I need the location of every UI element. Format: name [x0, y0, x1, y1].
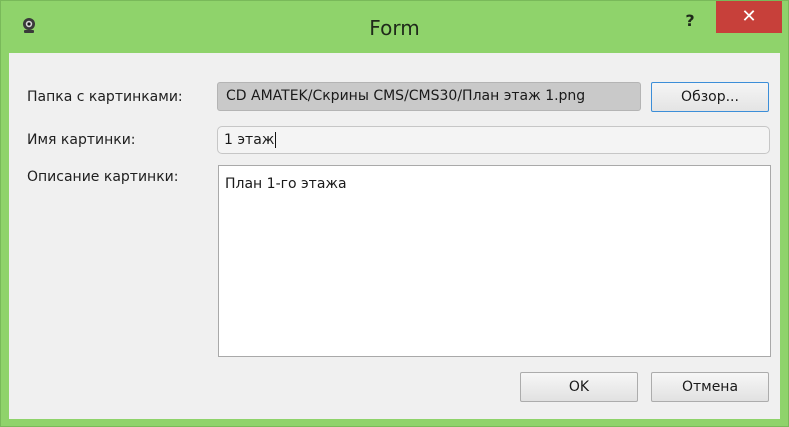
folder-label: Папка с картинками: [27, 89, 183, 105]
close-button[interactable]: ✕ [716, 1, 782, 33]
form-window: Form ? ✕ Папка с картинками: CD AMATEK/С… [0, 0, 789, 427]
cancel-button[interactable]: Отмена [651, 372, 769, 402]
name-label: Имя картинки: [27, 132, 136, 148]
text-caret [275, 132, 277, 148]
ok-button[interactable]: OK [520, 372, 638, 402]
description-label: Описание картинки: [27, 169, 179, 185]
title-bar[interactable]: Form ? ✕ [1, 1, 788, 53]
help-button[interactable]: ? [676, 7, 704, 35]
image-name-value: 1 этаж [224, 132, 275, 148]
image-description-textarea[interactable]: План 1-го этажа [218, 165, 771, 357]
folder-path-field: CD AMATEK/Скрины CMS/CMS30/План этаж 1.p… [217, 82, 641, 111]
browse-button[interactable]: Обзор... [651, 82, 769, 112]
image-name-input[interactable]: 1 этаж [217, 126, 770, 154]
window-title: Form [369, 16, 420, 40]
form-body: Папка с картинками: CD AMATEK/Скрины CMS… [9, 53, 780, 419]
image-description-value: План 1-го этажа [225, 176, 347, 192]
